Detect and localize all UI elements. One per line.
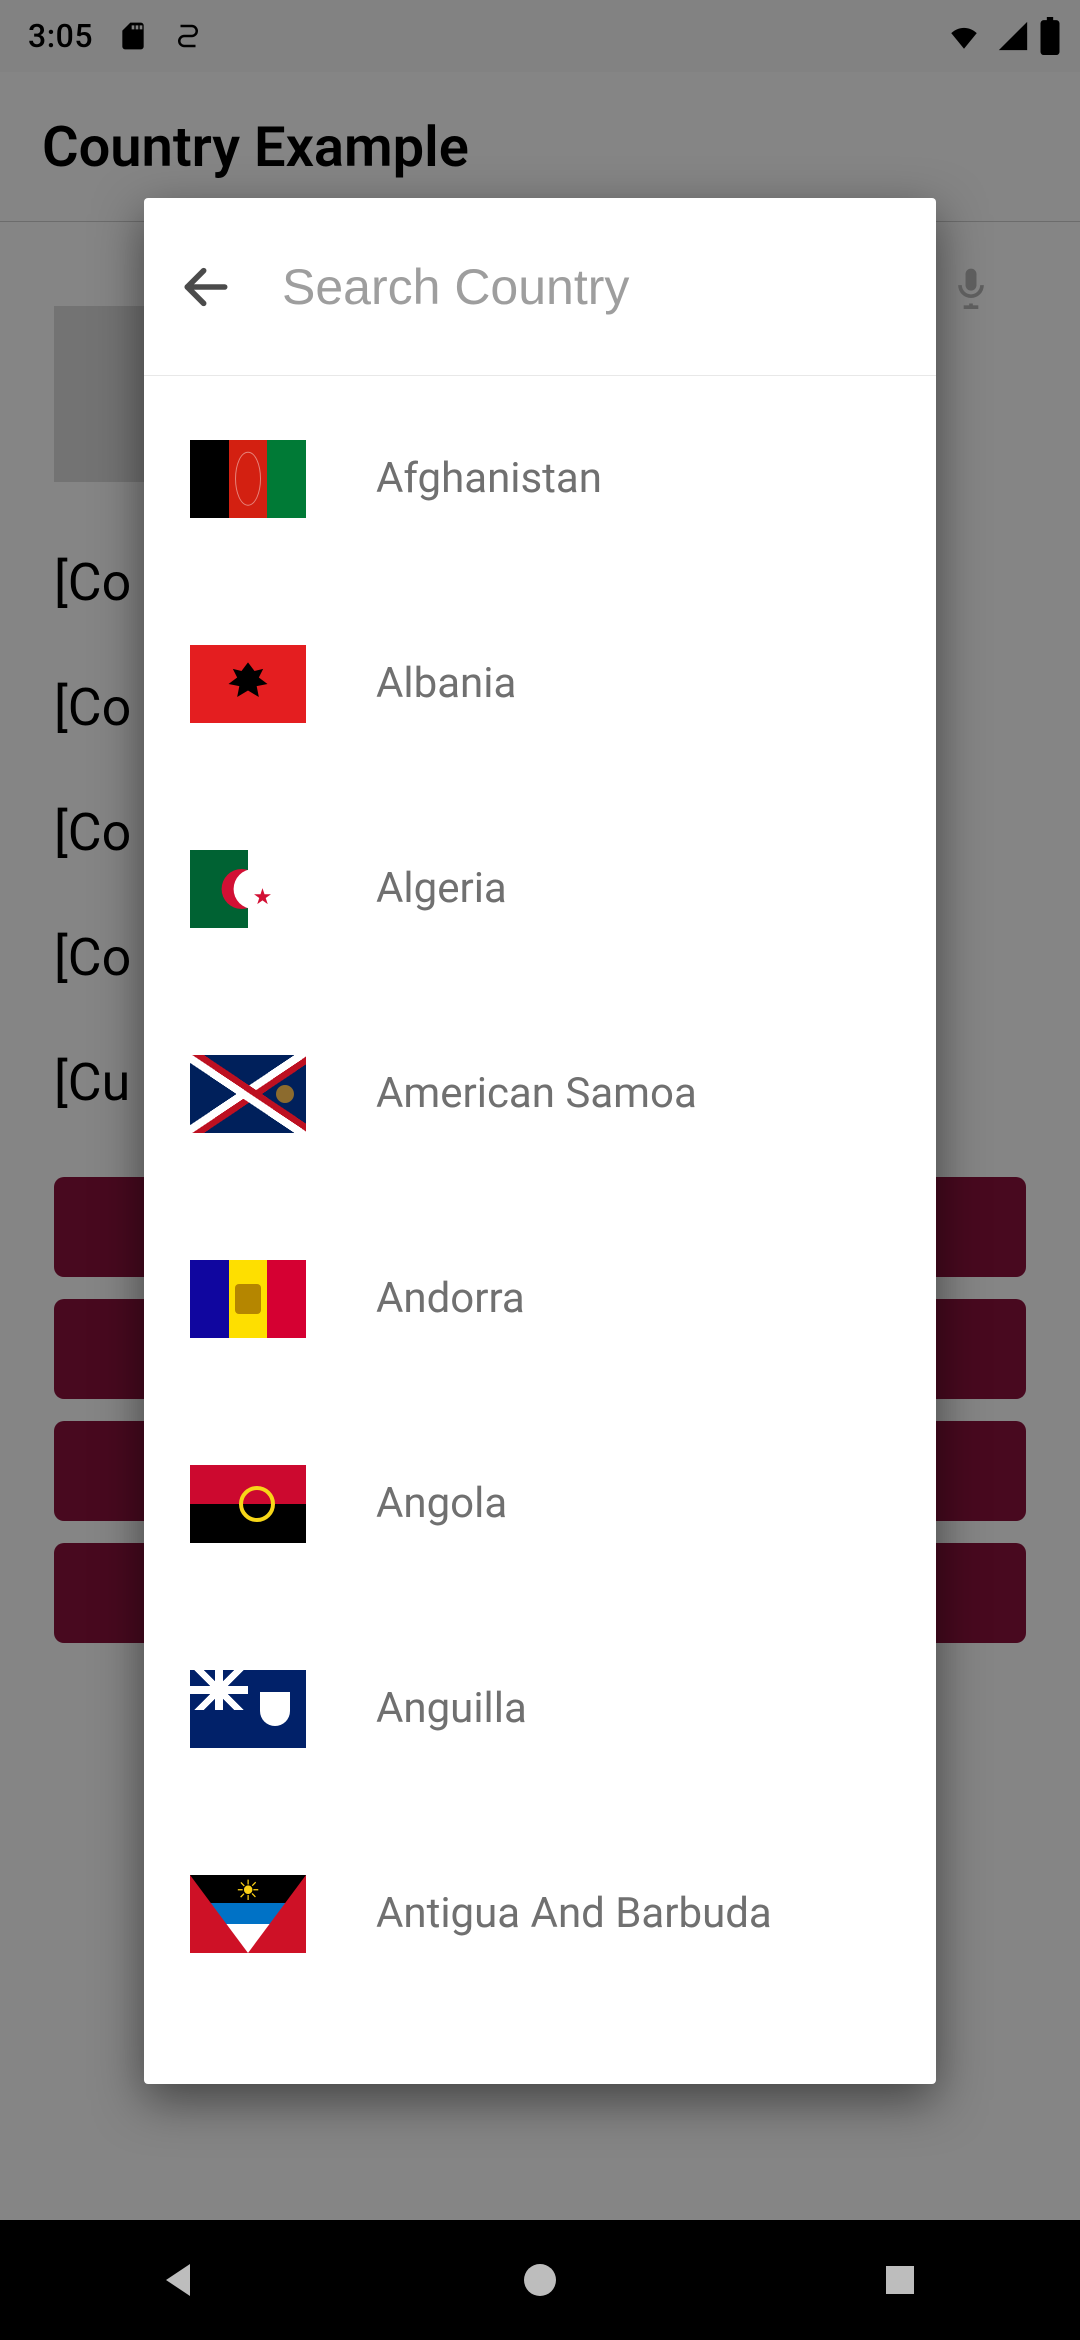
flag-icon bbox=[190, 1055, 306, 1133]
back-arrow-icon[interactable] bbox=[178, 259, 234, 315]
flag-icon: ☀ bbox=[190, 1875, 306, 1953]
country-name: Angola bbox=[376, 1479, 507, 1528]
nav-home-icon[interactable] bbox=[516, 2256, 564, 2304]
flag-icon bbox=[190, 1260, 306, 1338]
country-row-anguilla[interactable]: Anguilla bbox=[144, 1606, 936, 1811]
flag-icon bbox=[190, 1465, 306, 1543]
country-name: Antigua And Barbuda bbox=[376, 1889, 772, 1938]
country-row-afghanistan[interactable]: Afghanistan bbox=[144, 376, 936, 581]
nav-back-icon[interactable] bbox=[156, 2256, 204, 2304]
country-name: Albania bbox=[376, 659, 516, 708]
country-name: Algeria bbox=[376, 864, 507, 913]
nav-recent-icon[interactable] bbox=[876, 2256, 924, 2304]
country-name: Andorra bbox=[376, 1274, 525, 1323]
flag-icon bbox=[190, 645, 306, 723]
country-row-andorra[interactable]: Andorra bbox=[144, 1196, 936, 1401]
dialog-header bbox=[144, 198, 936, 376]
country-search-dialog: Afghanistan Albania ★ Algeria American S… bbox=[144, 198, 936, 2084]
microphone-icon[interactable] bbox=[949, 265, 993, 309]
flag-icon: ★ bbox=[190, 850, 306, 928]
country-name: Afghanistan bbox=[376, 454, 602, 503]
country-row-angola[interactable]: Angola bbox=[144, 1401, 936, 1606]
country-name: Anguilla bbox=[376, 1684, 527, 1733]
system-nav-bar bbox=[0, 2220, 1080, 2340]
country-row-algeria[interactable]: ★ Algeria bbox=[144, 786, 936, 991]
flag-icon bbox=[190, 1670, 306, 1748]
country-row-american-samoa[interactable]: American Samoa bbox=[144, 991, 936, 1196]
country-row-antigua-and-barbuda[interactable]: ☀ Antigua And Barbuda bbox=[144, 1811, 936, 2016]
flag-icon bbox=[190, 440, 306, 518]
country-name: American Samoa bbox=[376, 1069, 697, 1118]
country-row-albania[interactable]: Albania bbox=[144, 581, 936, 786]
country-list[interactable]: Afghanistan Albania ★ Algeria American S… bbox=[144, 376, 936, 2084]
search-input[interactable] bbox=[258, 258, 925, 316]
